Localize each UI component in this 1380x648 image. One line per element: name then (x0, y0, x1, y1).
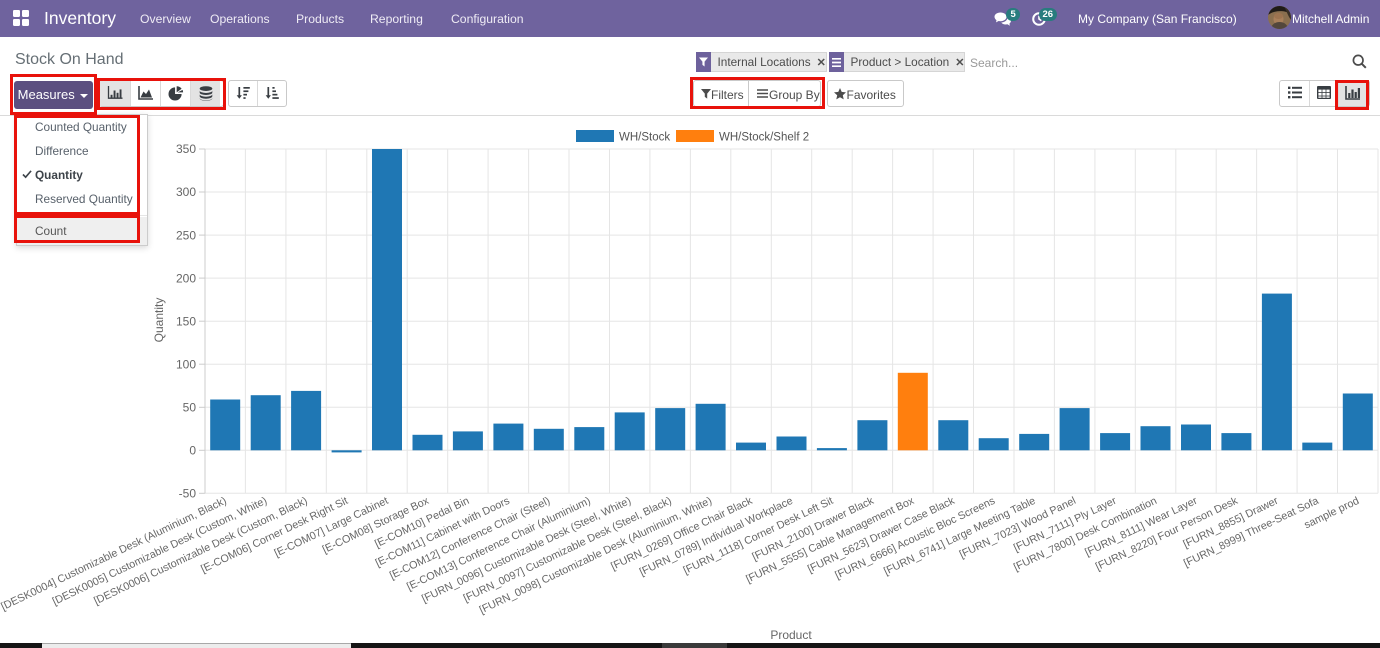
svg-text:WH/Stock: WH/Stock (619, 132, 670, 144)
svg-text:WH/Stock/Shelf 2: WH/Stock/Shelf 2 (719, 132, 809, 144)
svg-text:300: 300 (176, 185, 196, 199)
svg-text:Quantity: Quantity (152, 298, 166, 343)
svg-text:250: 250 (176, 228, 196, 242)
svg-text:150: 150 (176, 314, 196, 328)
svg-text:0: 0 (189, 444, 196, 458)
svg-text:50: 50 (183, 401, 197, 415)
svg-text:Product: Product (770, 628, 812, 642)
svg-text:-50: -50 (179, 487, 197, 501)
svg-text:200: 200 (176, 271, 196, 285)
svg-text:350: 350 (176, 142, 196, 156)
svg-text:100: 100 (176, 357, 196, 371)
